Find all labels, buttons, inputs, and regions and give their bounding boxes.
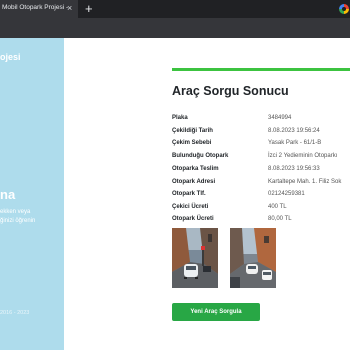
- tab-title: Mobil Otopark Projesi -: [2, 4, 68, 11]
- close-icon[interactable]: ×: [67, 3, 72, 14]
- detail-value: 8.08.2023 19:56:24: [268, 128, 320, 134]
- detail-row: Çekim Sebebi Yasak Park - 61/1-B: [172, 138, 350, 148]
- sidebar-heading: na: [0, 187, 16, 202]
- detail-row: Otopark Tlf. 02124259381: [172, 189, 350, 199]
- vehicle-photo[interactable]: [172, 228, 218, 288]
- detail-label: Otopark Adresi: [172, 179, 216, 185]
- detail-row: Çekildiği Tarih 8.08.2023 19:56:24: [172, 126, 350, 136]
- sidebar-panel: ojesi na ekken veya ğinizi öğrenin 2016 …: [0, 38, 64, 350]
- browser-tab[interactable]: Mobil Otopark Projesi - ×: [0, 0, 78, 18]
- detail-row: Çekici Ücreti 400 TL: [172, 202, 350, 212]
- detail-value: Kartaltepe Mah. 1. Filiz Sok: [268, 179, 342, 185]
- page-title: Araç Sorgu Sonucu: [172, 84, 289, 98]
- progress-fill: [172, 68, 350, 71]
- detail-value: 02124259381: [268, 191, 305, 197]
- new-query-button[interactable]: Yeni Araç Sorgula: [172, 303, 260, 321]
- progress-bar: [172, 68, 350, 71]
- detail-row: Otopark Ücreti 80,00 TL: [172, 214, 350, 224]
- sidebar-footer: 2016 - 2023: [0, 310, 30, 316]
- detail-label: Otopark Ücreti: [172, 216, 214, 222]
- browser-toolbar: [0, 18, 350, 38]
- sidebar-text-line: ekken veya: [0, 209, 31, 215]
- vehicle-photo[interactable]: [230, 228, 276, 288]
- detail-label: Otoparka Teslim: [172, 166, 219, 172]
- detail-value: 80,00 TL: [268, 216, 292, 222]
- detail-row: Plaka 3484994: [172, 113, 350, 123]
- chrome-profile-icon[interactable]: [336, 4, 350, 14]
- detail-value: 8.08.2023 19:56:33: [268, 166, 320, 172]
- new-tab-icon[interactable]: +: [85, 1, 93, 16]
- detail-row: Bulunduğu Otopark İzci 2 Yedieminin Otop…: [172, 151, 350, 161]
- sidebar-brand: ojesi: [0, 52, 21, 62]
- detail-label: Plaka: [172, 115, 188, 121]
- detail-label: Otopark Tlf.: [172, 191, 206, 197]
- detail-label: Çekildiği Tarih: [172, 128, 213, 134]
- detail-value: 400 TL: [268, 204, 287, 210]
- detail-row: Otoparka Teslim 8.08.2023 19:56:33: [172, 164, 350, 174]
- detail-label: Çekici Ücreti: [172, 204, 209, 210]
- detail-value: 3484994: [268, 115, 292, 121]
- detail-label: Bulunduğu Otopark: [172, 153, 229, 159]
- detail-row: Otopark Adresi Kartaltepe Mah. 1. Filiz …: [172, 177, 350, 187]
- detail-value: İzci 2 Yedieminin Otoparkı: [268, 153, 338, 159]
- detail-value: Yasak Park - 61/1-B: [268, 140, 322, 146]
- sidebar-text-line: ğinizi öğrenin: [0, 218, 36, 224]
- browser-tab-strip: Mobil Otopark Projesi - × +: [0, 0, 350, 18]
- detail-label: Çekim Sebebi: [172, 140, 212, 146]
